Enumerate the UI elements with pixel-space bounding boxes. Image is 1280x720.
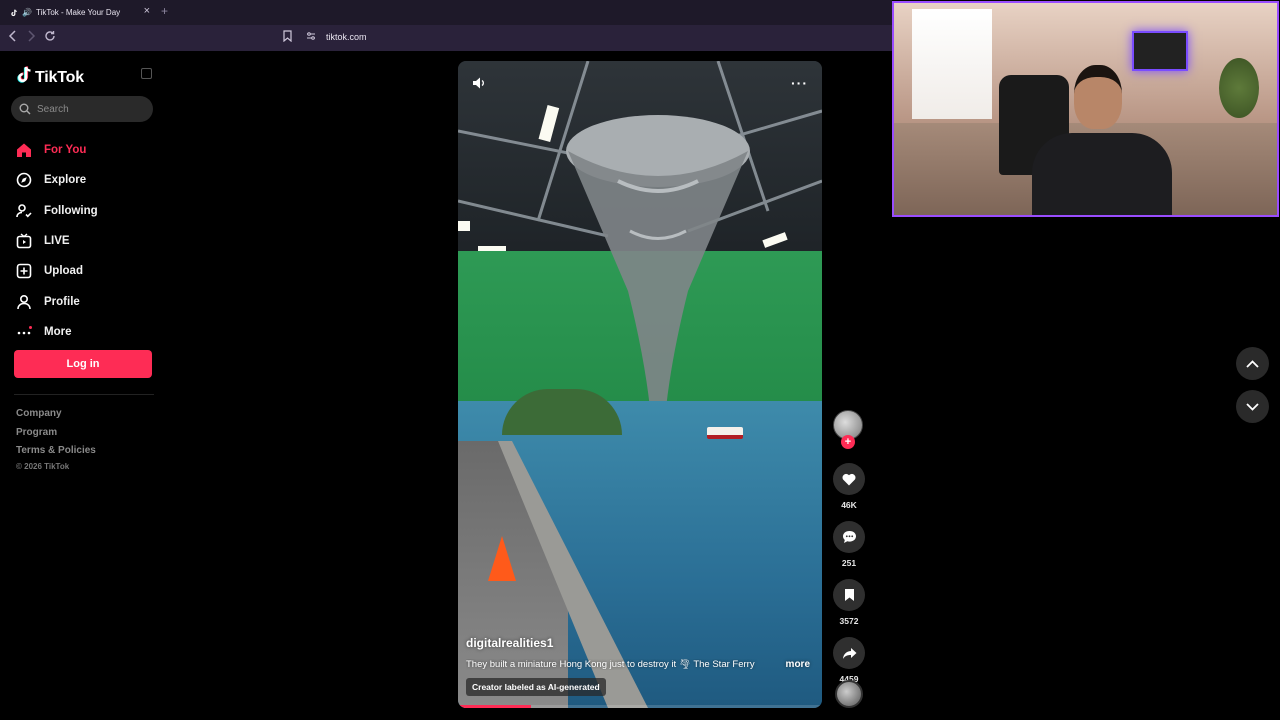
- video-player[interactable]: ··· digitalrealities1 They built a minia…: [458, 61, 822, 708]
- video-scene-ferry: [707, 427, 743, 439]
- share-arrow-icon: [842, 647, 856, 659]
- browser-toolbar: tiktok.com: [0, 25, 892, 51]
- heart-icon: [842, 473, 856, 485]
- share-button[interactable]: [833, 637, 865, 669]
- webcam-plant: [1219, 58, 1259, 118]
- next-video-button[interactable]: [1236, 390, 1269, 423]
- person-icon: [16, 294, 32, 310]
- nav-item-live[interactable]: LIVE: [16, 226, 166, 256]
- video-options-icon[interactable]: ···: [791, 75, 808, 91]
- footer-link-program[interactable]: Program: [16, 424, 96, 443]
- copyright: © 2026 TikTok: [16, 461, 70, 471]
- save-action: 3572: [833, 579, 865, 626]
- tiktok-note-icon: [16, 66, 32, 89]
- webcam-overlay: [892, 1, 1279, 217]
- close-tab-icon[interactable]: ×: [144, 5, 150, 17]
- like-action: 46K: [833, 463, 865, 510]
- browser-tab-bar: 🔊 TikTok - Make Your Day × +: [0, 0, 892, 25]
- comment-button[interactable]: [833, 521, 865, 553]
- tiktok-favicon-icon: [10, 9, 18, 17]
- previous-video-button[interactable]: [1236, 347, 1269, 380]
- nav-label: Explore: [44, 174, 87, 187]
- logo-text: TikTok: [35, 68, 84, 86]
- forward-arrow-icon[interactable]: [26, 30, 36, 45]
- video-scene-traffic-cone: [488, 536, 516, 581]
- nav-label: For You: [44, 144, 87, 157]
- site-settings-icon[interactable]: [306, 31, 316, 44]
- home-icon: [16, 142, 32, 158]
- compass-icon: [16, 172, 32, 188]
- browser-tab[interactable]: 🔊 TikTok - Make Your Day ×: [6, 3, 154, 22]
- video-progress-bar[interactable]: [458, 705, 822, 708]
- nav-label: Upload: [44, 265, 83, 278]
- caption-row: They built a miniature Hong Kong just to…: [466, 659, 814, 670]
- speaker-tab-icon[interactable]: 🔊: [22, 8, 32, 17]
- search-input[interactable]: [37, 103, 137, 115]
- tiktok-logo[interactable]: TikTok: [16, 66, 84, 89]
- webcam-streamer: [1032, 65, 1172, 215]
- nav-label: LIVE: [44, 235, 70, 248]
- login-button[interactable]: Log in: [14, 350, 152, 378]
- creator-avatar-wrap: +: [833, 410, 865, 449]
- search-icon: [19, 103, 31, 115]
- sidebar: TikTok For You Explore Following: [0, 51, 170, 720]
- webcam-streamer-body: [1032, 133, 1172, 215]
- video-actions: + 46K 251 3572 4459: [833, 410, 865, 684]
- ai-generated-label: Creator labeled as AI-generated: [466, 678, 606, 696]
- nav-item-for-you[interactable]: For You: [16, 135, 166, 165]
- nav-item-more[interactable]: More: [16, 317, 166, 347]
- footer-link-company[interactable]: Company: [16, 405, 96, 424]
- share-action: 4459: [833, 637, 865, 684]
- nav-item-profile[interactable]: Profile: [16, 286, 166, 316]
- comment-count: 251: [841, 558, 857, 568]
- live-tv-icon: [16, 233, 32, 249]
- nav-item-upload[interactable]: Upload: [16, 256, 166, 286]
- sidebar-divider: [14, 394, 154, 395]
- bookmark-icon: [844, 589, 854, 601]
- collapse-sidebar-icon[interactable]: [141, 68, 152, 79]
- like-count: 46K: [841, 500, 857, 510]
- chevron-up-icon: [1246, 359, 1259, 368]
- video-scene-tornado: [566, 115, 750, 431]
- comment-icon: [842, 531, 856, 543]
- webcam-streamer-head: [1074, 65, 1122, 129]
- more-dots-icon: [16, 324, 32, 340]
- address-bar-url[interactable]: tiktok.com: [326, 32, 367, 42]
- footer-links: Company Program Terms & Policies © 2026 …: [16, 405, 96, 471]
- plus-square-icon: [16, 263, 32, 279]
- save-count: 3572: [839, 616, 859, 626]
- video-meta: digitalrealities1 They built a miniature…: [466, 636, 814, 696]
- main-nav: For You Explore Following LIVE Upload Pr…: [16, 135, 166, 347]
- video-author[interactable]: digitalrealities1: [466, 636, 814, 650]
- caption-more-link[interactable]: more: [786, 659, 810, 670]
- search-box[interactable]: [11, 96, 153, 122]
- nav-item-explore[interactable]: Explore: [16, 165, 166, 195]
- bookmark-icon[interactable]: [283, 30, 292, 45]
- footer-link-terms[interactable]: Terms & Policies: [16, 442, 96, 461]
- sound-disc-avatar[interactable]: [835, 680, 863, 708]
- like-button[interactable]: [833, 463, 865, 495]
- back-arrow-icon[interactable]: [8, 30, 18, 45]
- save-button[interactable]: [833, 579, 865, 611]
- new-tab-button[interactable]: +: [161, 4, 168, 18]
- user-follow-icon: [16, 203, 32, 219]
- reload-icon[interactable]: [44, 30, 56, 45]
- nav-item-following[interactable]: Following: [16, 196, 166, 226]
- nav-label: Profile: [44, 295, 80, 308]
- nav-label: More: [44, 325, 72, 338]
- video-caption: They built a miniature Hong Kong just to…: [466, 659, 755, 670]
- volume-icon[interactable]: [472, 76, 486, 95]
- chevron-down-icon: [1246, 402, 1259, 411]
- comment-action: 251: [833, 521, 865, 568]
- webcam-window: [912, 9, 992, 119]
- tab-title: TikTok - Make Your Day: [35, 8, 121, 17]
- video-progress-fill: [458, 705, 531, 708]
- follow-button[interactable]: +: [841, 435, 855, 449]
- nav-label: Following: [44, 204, 98, 217]
